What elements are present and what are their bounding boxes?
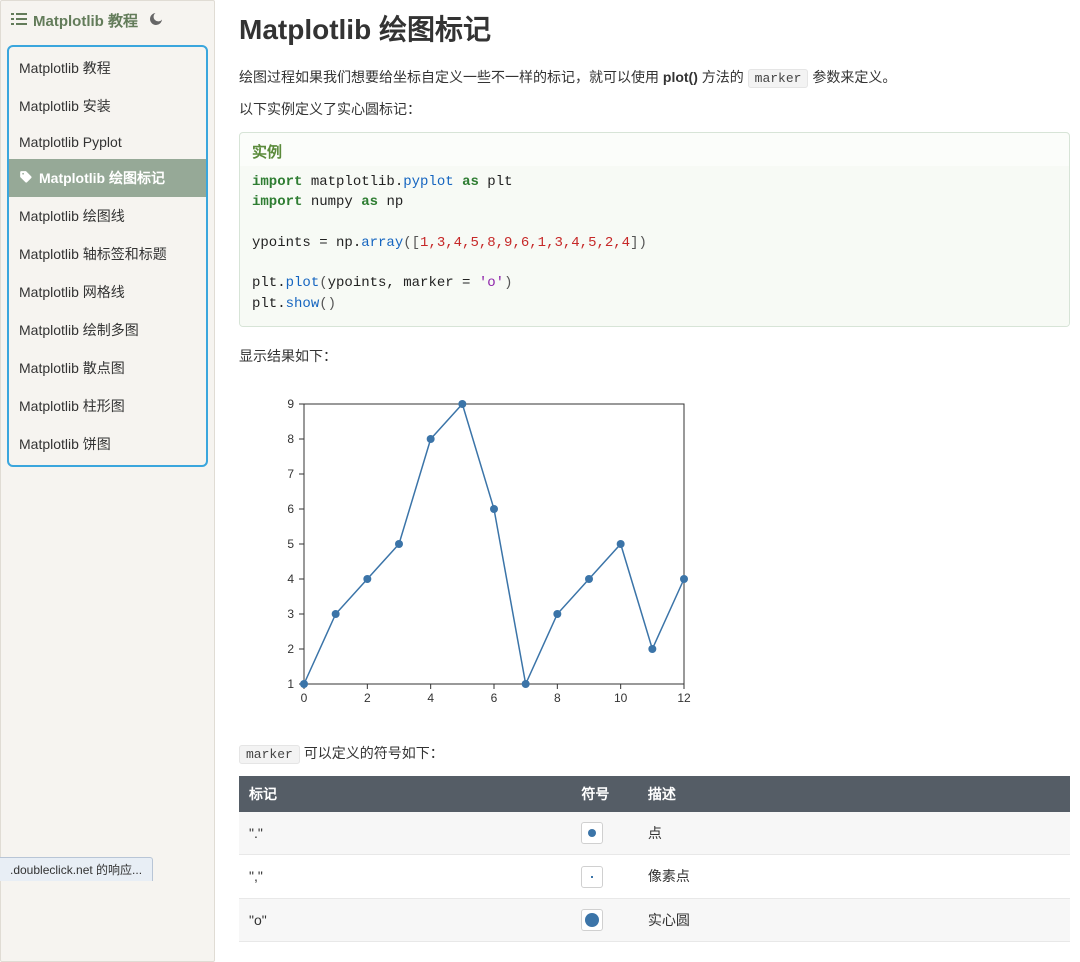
table-row: "." 点: [239, 812, 1070, 855]
th-symbol: 符号: [571, 776, 637, 812]
line-chart-svg: 123456789024681012: [249, 389, 699, 719]
example-title: 实例: [240, 133, 1069, 166]
svg-text:9: 9: [287, 397, 294, 411]
sidebar-item-pyplot[interactable]: Matplotlib Pyplot: [9, 125, 206, 159]
sidebar: Matplotlib 教程 Matplotlib 教程 Matplotlib 安…: [0, 0, 215, 962]
example-box: 实例 import matplotlib.pyplot as plt impor…: [239, 132, 1070, 327]
svg-text:8: 8: [287, 432, 294, 446]
status-bar: .doubleclick.net 的响应...: [0, 857, 153, 881]
cell-desc: 实心圆: [638, 898, 1070, 941]
page-title: Matplotlib 绘图标记: [239, 8, 1070, 48]
th-mark: 标记: [239, 776, 571, 812]
sidebar-item-pie[interactable]: Matplotlib 饼图: [9, 425, 206, 463]
list-icon: [11, 12, 27, 30]
marker-symbol-icon: [588, 829, 596, 837]
tag-icon: [19, 170, 33, 187]
inline-code-marker: marker: [748, 69, 809, 88]
svg-text:10: 10: [614, 691, 628, 705]
code-block: import matplotlib.pyplot as plt import n…: [240, 166, 1069, 326]
svg-text:3: 3: [287, 607, 294, 621]
svg-text:2: 2: [364, 691, 371, 705]
svg-text:12: 12: [677, 691, 691, 705]
cell-desc: 像素点: [638, 854, 1070, 898]
sidebar-item-install[interactable]: Matplotlib 安装: [9, 87, 206, 125]
sidebar-item-markers[interactable]: Matplotlib 绘图标记: [9, 159, 206, 197]
cell-symbol: [571, 854, 637, 898]
marker-symbol-icon: [591, 876, 593, 878]
moon-icon[interactable]: [148, 11, 164, 31]
marker-symbol-icon: [585, 913, 599, 927]
intro-paragraph-2: 以下实例定义了实心圆标记：: [239, 98, 1070, 122]
sidebar-item-labels[interactable]: Matplotlib 轴标签和标题: [9, 235, 206, 273]
table-header-row: 标记 符号 描述: [239, 776, 1070, 812]
result-label: 显示结果如下：: [239, 345, 1070, 369]
inline-code-marker-2: marker: [239, 745, 300, 764]
marker-table: 标记 符号 描述 "." 点 "," 像素点 "o" 实心圆: [239, 776, 1070, 942]
cell-mark: ",": [239, 854, 571, 898]
cell-symbol: [571, 898, 637, 941]
table-intro: marker 可以定义的符号如下：: [239, 742, 1070, 766]
sidebar-nav: Matplotlib 教程 Matplotlib 安装 Matplotlib P…: [7, 45, 208, 467]
cell-mark: "o": [239, 898, 571, 941]
svg-text:8: 8: [554, 691, 561, 705]
svg-text:7: 7: [287, 467, 294, 481]
sidebar-item-scatter[interactable]: Matplotlib 散点图: [9, 349, 206, 387]
symbol-box: [581, 822, 603, 844]
symbol-box: [581, 866, 603, 888]
svg-text:4: 4: [287, 572, 294, 586]
sidebar-title: Matplotlib 教程: [1, 6, 214, 39]
svg-text:4: 4: [427, 691, 434, 705]
sidebar-item-grid[interactable]: Matplotlib 网格线: [9, 273, 206, 311]
svg-text:6: 6: [491, 691, 498, 705]
sidebar-item-multiplot[interactable]: Matplotlib 绘制多图: [9, 311, 206, 349]
th-desc: 描述: [638, 776, 1070, 812]
sidebar-item-lines[interactable]: Matplotlib 绘图线: [9, 197, 206, 235]
svg-text:6: 6: [287, 502, 294, 516]
symbol-box: [581, 909, 603, 931]
cell-desc: 点: [638, 812, 1070, 855]
sidebar-title-text: Matplotlib 教程: [33, 10, 138, 31]
intro-paragraph: 绘图过程如果我们想要给坐标自定义一些不一样的标记，就可以使用 plot() 方法…: [239, 66, 1070, 90]
svg-text:1: 1: [287, 677, 294, 691]
cell-symbol: [571, 812, 637, 855]
result-chart: 123456789024681012: [249, 389, 1070, 722]
svg-text:5: 5: [287, 537, 294, 551]
table-row: "o" 实心圆: [239, 898, 1070, 941]
table-row: "," 像素点: [239, 854, 1070, 898]
sidebar-item-tutorial[interactable]: Matplotlib 教程: [9, 49, 206, 87]
main-content: Matplotlib 绘图标记 绘图过程如果我们想要给坐标自定义一些不一样的标记…: [215, 0, 1080, 962]
cell-mark: ".": [239, 812, 571, 855]
svg-text:0: 0: [301, 691, 308, 705]
sidebar-item-bar[interactable]: Matplotlib 柱形图: [9, 387, 206, 425]
svg-text:2: 2: [287, 642, 294, 656]
